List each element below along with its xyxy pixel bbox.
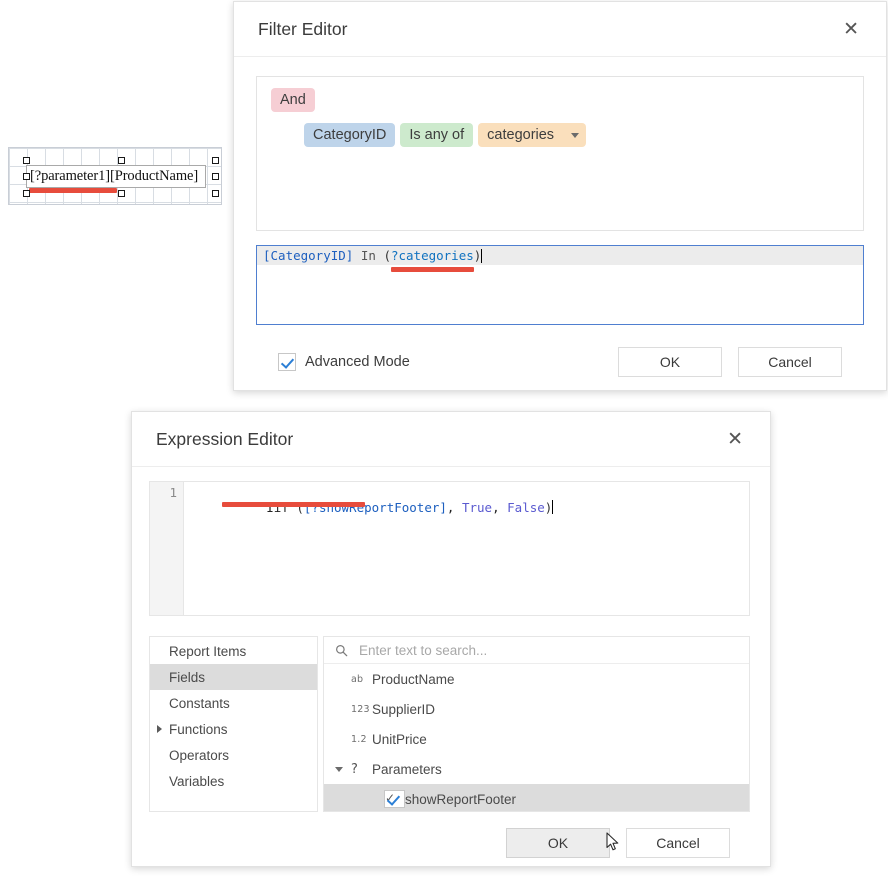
report-control-selected[interactable]: [?parameter1][ProductName]	[26, 165, 206, 188]
decimal-type-icon: 1.2	[351, 734, 372, 745]
category-item-constants[interactable]: Constants	[150, 690, 317, 716]
advanced-mode-checkbox[interactable]: Advanced Mode	[278, 353, 410, 371]
expression-field-tree[interactable]: abProductName123SupplierID1.2UnitPrice?P…	[324, 664, 749, 811]
expression-code-editor[interactable]: 1 Iif ([?showReportFooter], True, False)	[149, 481, 750, 616]
search-icon	[335, 644, 348, 657]
code-token: True	[462, 500, 492, 515]
report-control-error-underline	[29, 188, 117, 193]
search-input[interactable]	[357, 642, 738, 659]
boolean-type-icon: ✓	[384, 790, 405, 808]
filter-editor-buttons: OK Cancel	[618, 347, 842, 377]
filter-editor-body: And CategoryID Is any of categories [Cat…	[234, 57, 886, 377]
line-number: 1	[169, 485, 177, 500]
filter-expression-textarea[interactable]: [CategoryID] In (?categories)	[256, 245, 864, 325]
filter-field-token[interactable]: CategoryID	[304, 123, 395, 147]
filter-expression-error-underline	[391, 267, 474, 272]
code-token: ,	[492, 500, 507, 515]
category-item-label: Variables	[169, 774, 224, 789]
tree-item-label: UnitPrice	[372, 732, 427, 747]
expression-editor-header: Expression Editor ✕	[132, 412, 770, 467]
expression-editor-title: Expression Editor	[156, 429, 293, 450]
category-item-label: Constants	[169, 696, 230, 711]
filter-editor-header: Filter Editor ✕	[234, 2, 886, 57]
selection-handle-top-center[interactable]	[118, 157, 125, 164]
category-item-label: Operators	[169, 748, 229, 763]
expression-code-lines[interactable]: Iif ([?showReportFooter], True, False)	[184, 482, 749, 615]
text-caret	[481, 249, 482, 263]
expression-error-underline	[222, 502, 365, 507]
category-item-label: Functions	[169, 722, 228, 737]
selection-handle-middle-left[interactable]	[23, 173, 30, 180]
code-token	[353, 248, 361, 263]
chevron-down-icon[interactable]	[571, 133, 579, 138]
filter-expression-active-line: [CategoryID] In (?categories)	[257, 246, 863, 265]
chevron-down-icon[interactable]	[335, 767, 343, 772]
close-icon[interactable]: ✕	[837, 16, 865, 43]
screen-root: [?parameter1][ProductName] Filter Editor…	[0, 0, 888, 879]
code-token: (	[383, 248, 391, 263]
selection-handle-top-right[interactable]	[212, 157, 219, 164]
selection-handle-bottom-center[interactable]	[118, 190, 125, 197]
filter-editor-footer: Advanced Mode OK Cancel	[256, 325, 864, 377]
filter-group-operator-token[interactable]: And	[271, 88, 315, 112]
filter-value-token[interactable]: categories	[478, 123, 586, 147]
expression-editor-dialog: Expression Editor ✕ 1 Iif ([?showReportF…	[131, 411, 771, 867]
checkmark-icon[interactable]	[278, 353, 296, 371]
filter-value-text: categories	[487, 127, 554, 143]
tree-item-showreportfooter[interactable]: ✓showReportFooter	[324, 784, 749, 811]
filter-editor-title: Filter Editor	[258, 19, 347, 40]
filter-condition-row: CategoryID Is any of categories	[304, 123, 851, 147]
code-token: ?categories	[391, 248, 474, 263]
chevron-right-icon[interactable]	[157, 725, 162, 733]
filter-operator-token[interactable]: Is any of	[400, 123, 473, 147]
advanced-mode-label: Advanced Mode	[305, 354, 410, 370]
selection-handle-bottom-left[interactable]	[23, 190, 30, 197]
code-token: In	[361, 248, 376, 263]
tree-item-label: Parameters	[372, 762, 442, 777]
filter-condition-panel[interactable]: And CategoryID Is any of categories	[256, 76, 864, 231]
report-designer-canvas[interactable]: [?parameter1][ProductName]	[8, 147, 222, 205]
selection-handle-middle-right[interactable]	[212, 173, 219, 180]
tree-item-supplierid[interactable]: 123SupplierID	[324, 694, 749, 724]
expression-category-list[interactable]: Report Items Fields Constants Functions Oper…	[149, 636, 318, 812]
tree-item-unitprice[interactable]: 1.2UnitPrice	[324, 724, 749, 754]
code-token: False	[507, 500, 545, 515]
parameter-type-icon: ?	[351, 762, 372, 777]
text-caret	[552, 500, 553, 514]
report-control-text: [?parameter1][ProductName]	[30, 168, 198, 185]
code-token: ,	[447, 500, 462, 515]
expression-search-row[interactable]	[324, 637, 749, 664]
expression-ok-button[interactable]: OK	[506, 828, 610, 858]
category-item-operators[interactable]: Operators	[150, 742, 317, 768]
tree-item-parameters[interactable]: ?Parameters	[324, 754, 749, 784]
code-token: )	[474, 248, 482, 263]
expression-field-pane: abProductName123SupplierID1.2UnitPrice?P…	[323, 636, 750, 812]
line-number-gutter: 1	[150, 482, 184, 615]
selection-handle-top-left[interactable]	[23, 157, 30, 164]
string-type-icon: ab	[351, 674, 372, 685]
filter-ok-button[interactable]: OK	[618, 347, 722, 377]
expression-editor-body: 1 Iif ([?showReportFooter], True, False)…	[132, 467, 770, 858]
category-item-report-items[interactable]: Report Items	[150, 638, 317, 664]
filter-editor-dialog: Filter Editor ✕ And CategoryID Is any of…	[233, 1, 887, 391]
tree-item-productname[interactable]: abProductName	[324, 664, 749, 694]
category-item-variables[interactable]: Variables	[150, 768, 317, 794]
tree-item-label: ProductName	[372, 672, 455, 687]
filter-expression-code: [CategoryID] In (?categories)	[263, 248, 481, 263]
expression-pickers: Report Items Fields Constants Functions Oper…	[149, 636, 750, 812]
category-item-fields[interactable]: Fields	[150, 664, 317, 690]
code-token: )	[545, 500, 553, 515]
tree-item-label: showReportFooter	[405, 792, 516, 807]
category-item-functions[interactable]: Functions	[150, 716, 317, 742]
tree-item-label: SupplierID	[372, 702, 435, 717]
category-item-label: Report Items	[169, 644, 246, 659]
selection-handle-bottom-right[interactable]	[212, 190, 219, 197]
expression-editor-footer: OK Cancel	[149, 812, 750, 858]
close-icon[interactable]: ✕	[721, 426, 749, 453]
filter-cancel-button[interactable]: Cancel	[738, 347, 842, 377]
code-token: [CategoryID]	[263, 248, 353, 263]
integer-type-icon: 123	[351, 704, 372, 715]
category-item-label: Fields	[169, 670, 205, 685]
expression-cancel-button[interactable]: Cancel	[626, 828, 730, 858]
